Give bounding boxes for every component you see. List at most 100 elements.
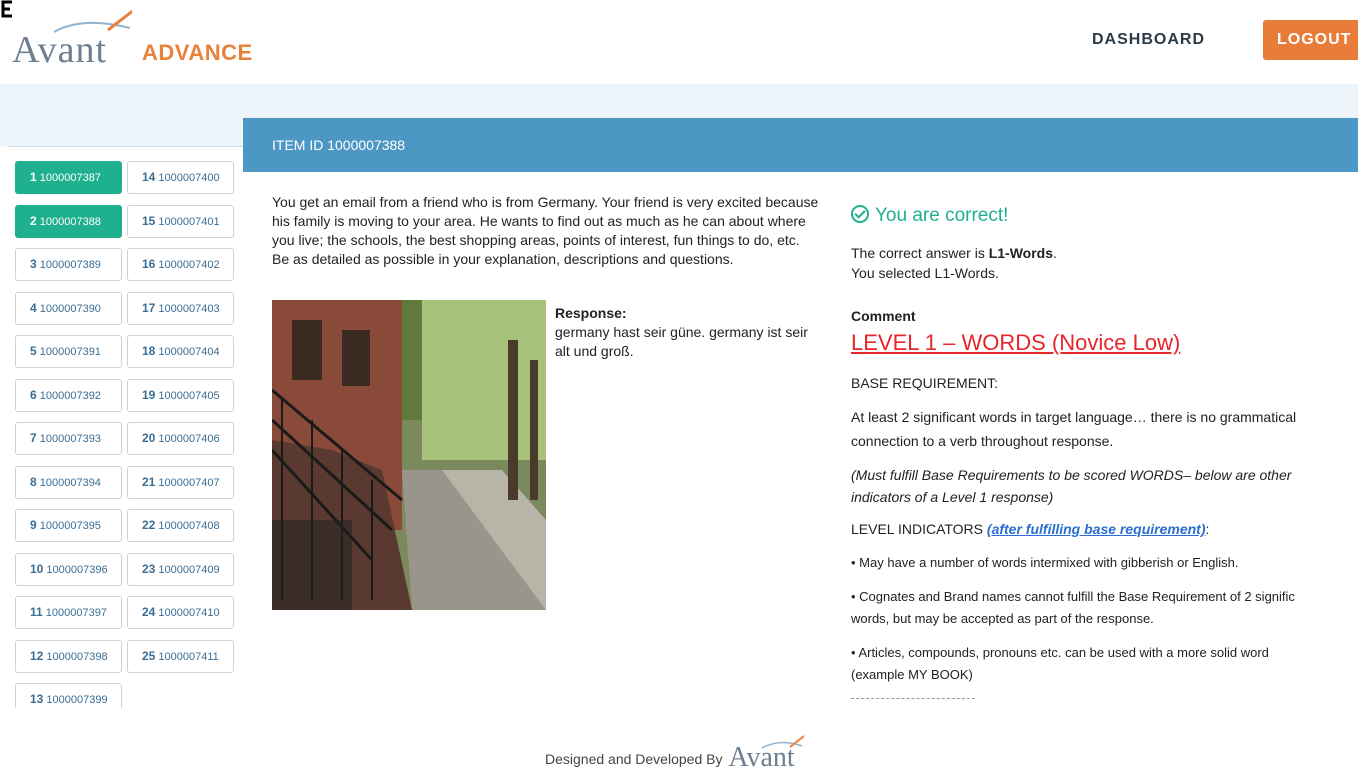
sidebar-item-number: 20 [142,431,156,445]
base-requirement-text-1: At least 2 significant words in target l… [851,409,1297,425]
sidebar-item-id: 1000007409 [158,563,220,576]
sidebar-item-number: 16 [142,257,156,271]
result-status: You are correct! [851,205,1008,227]
sidebar-item-number: 4 [30,300,37,315]
sidebar-item-3[interactable]: 3 1000007389 [15,248,122,281]
sidebar-item-15[interactable]: 15 1000007401 [127,204,234,238]
correct-answer-prefix: The correct answer is [851,245,989,261]
sidebar-item-12[interactable]: 12 1000007398 [15,639,122,673]
sidebar-item-id: 1000007388 [39,215,101,228]
sidebar-item-number: 22 [142,518,156,532]
sidebar-item-id: 1000007402 [158,259,220,271]
result-status-text: You are correct! [875,205,1009,226]
sidebar-item-10[interactable]: 10 1000007396 [15,552,122,586]
sidebar-item-4[interactable]: 4 1000007390 [15,291,122,325]
sidebar-item-id: 1000007407 [158,476,220,489]
sidebar-item-13[interactable]: 13 1000007399 [15,683,122,708]
logo-brand-text: Avant [12,29,108,71]
sidebar-item-number: 5 [30,344,37,358]
dashboard-link[interactable]: DASHBOARD [1092,31,1205,49]
sidebar-item-id: 1000007399 [46,694,108,706]
selected-answer-line: You selected L1-Words. [851,265,999,281]
sidebar-item-id: 1000007405 [158,389,220,402]
logout-button[interactable]: LOGOUT [1263,20,1358,60]
sidebar-item-id: 1000007401 [158,215,220,228]
sidebar-item-id: 1000007400 [158,172,220,184]
level-indicators-label: LEVEL INDICATORS [851,521,987,537]
sidebar-item-number: 10 [30,561,44,576]
sidebar-item-22[interactable]: 22 1000007408 [127,509,234,542]
item-id-header: ITEM ID 1000007388 [243,118,1358,172]
sidebar-item-id: 1000007390 [39,302,101,315]
sidebar-item-6[interactable]: 6 1000007392 [15,378,122,412]
avant-advance-logo[interactable]: Avant ADVANCE [12,8,272,78]
base-requirement-text-2: connection to a verb throughout response… [851,433,1114,449]
sidebar-item-number: 21 [142,474,156,489]
sidebar-item-id: 1000007387 [39,172,101,184]
sidebar-item-number: 6 [30,387,37,402]
level-indicators-line: LEVEL INDICATORS (after fulfilling base … [851,518,1358,540]
sidebar-item-14[interactable]: 14 1000007400 [127,161,234,194]
sidebar-item-id: 1000007398 [46,650,108,663]
sidebar-item-18[interactable]: 18 1000007404 [127,335,234,368]
sidebar-item-21[interactable]: 21 1000007407 [127,465,234,499]
item-prompt: You get an email from a friend who is fr… [272,194,819,267]
sidebar-item-number: 2 [30,213,37,228]
indicator-bullet-3a: • Articles, compounds, pronouns etc. can… [851,645,1269,660]
sidebar-item-number: 15 [142,213,156,228]
sidebar-item-number: 18 [142,344,156,358]
sidebar-item-id: 1000007391 [39,346,101,358]
item-sidebar: 1 1000007387 14 1000007400 2 1000007388 15 … [7,146,243,708]
correct-answer-suffix: . [1053,245,1057,261]
logo-product-text: ADVANCE [142,40,253,65]
sidebar-item-number: 25 [142,648,156,663]
sidebar-item-id: 1000007408 [158,520,220,532]
check-circle-icon [851,205,869,223]
sidebar-item-number: 1 [30,170,37,184]
sidebar-item-id: 1000007395 [39,520,101,532]
correct-answer-value: L1-Words [988,245,1054,261]
sidebar-item-7[interactable]: 7 1000007393 [15,422,122,455]
indicator-bullet-3b: (example MY BOOK) [851,667,973,682]
footer-swoosh-icon [761,735,804,749]
response-text: germany hast seir güne. germany ist seir… [555,324,808,359]
sidebar-item-id: 1000007392 [39,389,101,402]
sidebar-item-2[interactable]: 2 1000007388 [15,204,122,238]
sidebar-item-24[interactable]: 24 1000007410 [127,596,234,629]
sidebar-item-number: 13 [30,692,44,706]
sidebar-item-8[interactable]: 8 1000007394 [15,465,122,499]
sidebar-item-20[interactable]: 20 1000007406 [127,422,234,455]
sidebar-item-number: 17 [142,300,156,315]
comment-label: Comment [851,308,916,324]
sidebar-item-11[interactable]: 11 1000007397 [15,596,122,629]
sidebar-item-19[interactable]: 19 1000007405 [127,378,234,412]
sidebar-item-id: 1000007406 [158,433,220,445]
sidebar-item-number: 9 [30,518,37,532]
answer-summary: The correct answer is L1-Words. You sele… [851,243,1351,283]
sidebar-item-number: 19 [142,387,156,402]
sidebar-item-id: 1000007397 [45,607,107,619]
sidebar-item-number: 7 [30,431,37,445]
requirement-note-1: (Must fulfill Base Requirements to be sc… [851,467,1292,483]
sidebar-item-number: 23 [142,561,156,576]
header: Avant ADVANCE DASHBOARD LOGOUT [0,0,1358,84]
indicator-bullet-2b: words, but may be accepted as part of th… [851,611,1154,626]
sidebar-item-5[interactable]: 5 1000007391 [15,335,122,368]
after-fulfilling-link[interactable]: (after fulfilling base requirement) [987,521,1206,537]
sidebar-item-23[interactable]: 23 1000007409 [127,552,234,586]
footer-text: Designed and Developed By [545,751,723,767]
sidebar-item-16[interactable]: 16 1000007402 [127,248,234,281]
level-title: LEVEL 1 – WORDS (Novice Low) [851,330,1181,355]
sidebar-item-id: 1000007393 [39,433,101,445]
sidebar-item-17[interactable]: 17 1000007403 [127,291,234,325]
response-label: Response: [555,305,627,321]
base-requirement-label: BASE REQUIREMENT: [851,375,999,391]
sidebar-item-1[interactable]: 1 1000007387 [15,161,122,194]
sidebar-item-number: 3 [30,257,37,271]
sidebar-item-9[interactable]: 9 1000007395 [15,509,122,542]
sidebar-item-25[interactable]: 25 1000007411 [127,639,234,673]
sidebar-item-id: 1000007411 [158,650,219,663]
street-brownstone-photo [272,300,546,610]
sidebar-item-number: 14 [142,170,156,184]
comment-divider [851,698,975,699]
